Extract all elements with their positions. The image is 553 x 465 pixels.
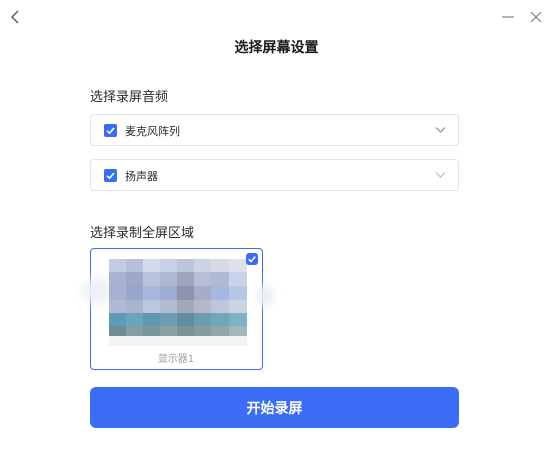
back-button[interactable] [8,8,24,26]
monitor-selected-checkbox[interactable] [246,253,258,265]
thumbnail-glow [83,277,111,305]
close-button[interactable] [529,9,543,23]
monitor-name: 显示器1 [157,354,195,365]
area-section-label: 选择录制全屏区域 [90,226,195,241]
check-icon [106,172,115,180]
chevron-left-icon [11,10,19,24]
speaker-label: 扬声器 [125,170,158,183]
monitor-card[interactable]: 显示器1 [83,248,275,370]
page-title: 选择屏幕设置 [234,40,319,56]
monitor-thumbnail [109,259,247,346]
speaker-checkbox[interactable] [104,169,117,182]
speaker-select[interactable]: 扬声器 [90,159,459,191]
thumbnail-glow [257,285,275,307]
check-icon [248,256,256,263]
audio-section-label: 选择录屏音频 [90,90,169,105]
minimize-icon [502,16,514,18]
microphone-select[interactable]: 麦克风阵列 [90,114,459,146]
chevron-down-icon [435,172,446,178]
microphone-label: 麦克风阵列 [125,125,180,138]
minimize-button[interactable] [501,9,515,23]
chevron-down-icon [435,127,446,133]
close-icon [530,11,542,23]
check-icon [106,127,115,135]
start-recording-button[interactable]: 开始录屏 [90,387,459,428]
microphone-checkbox[interactable] [104,124,117,137]
blurred-screen-preview [109,259,247,346]
